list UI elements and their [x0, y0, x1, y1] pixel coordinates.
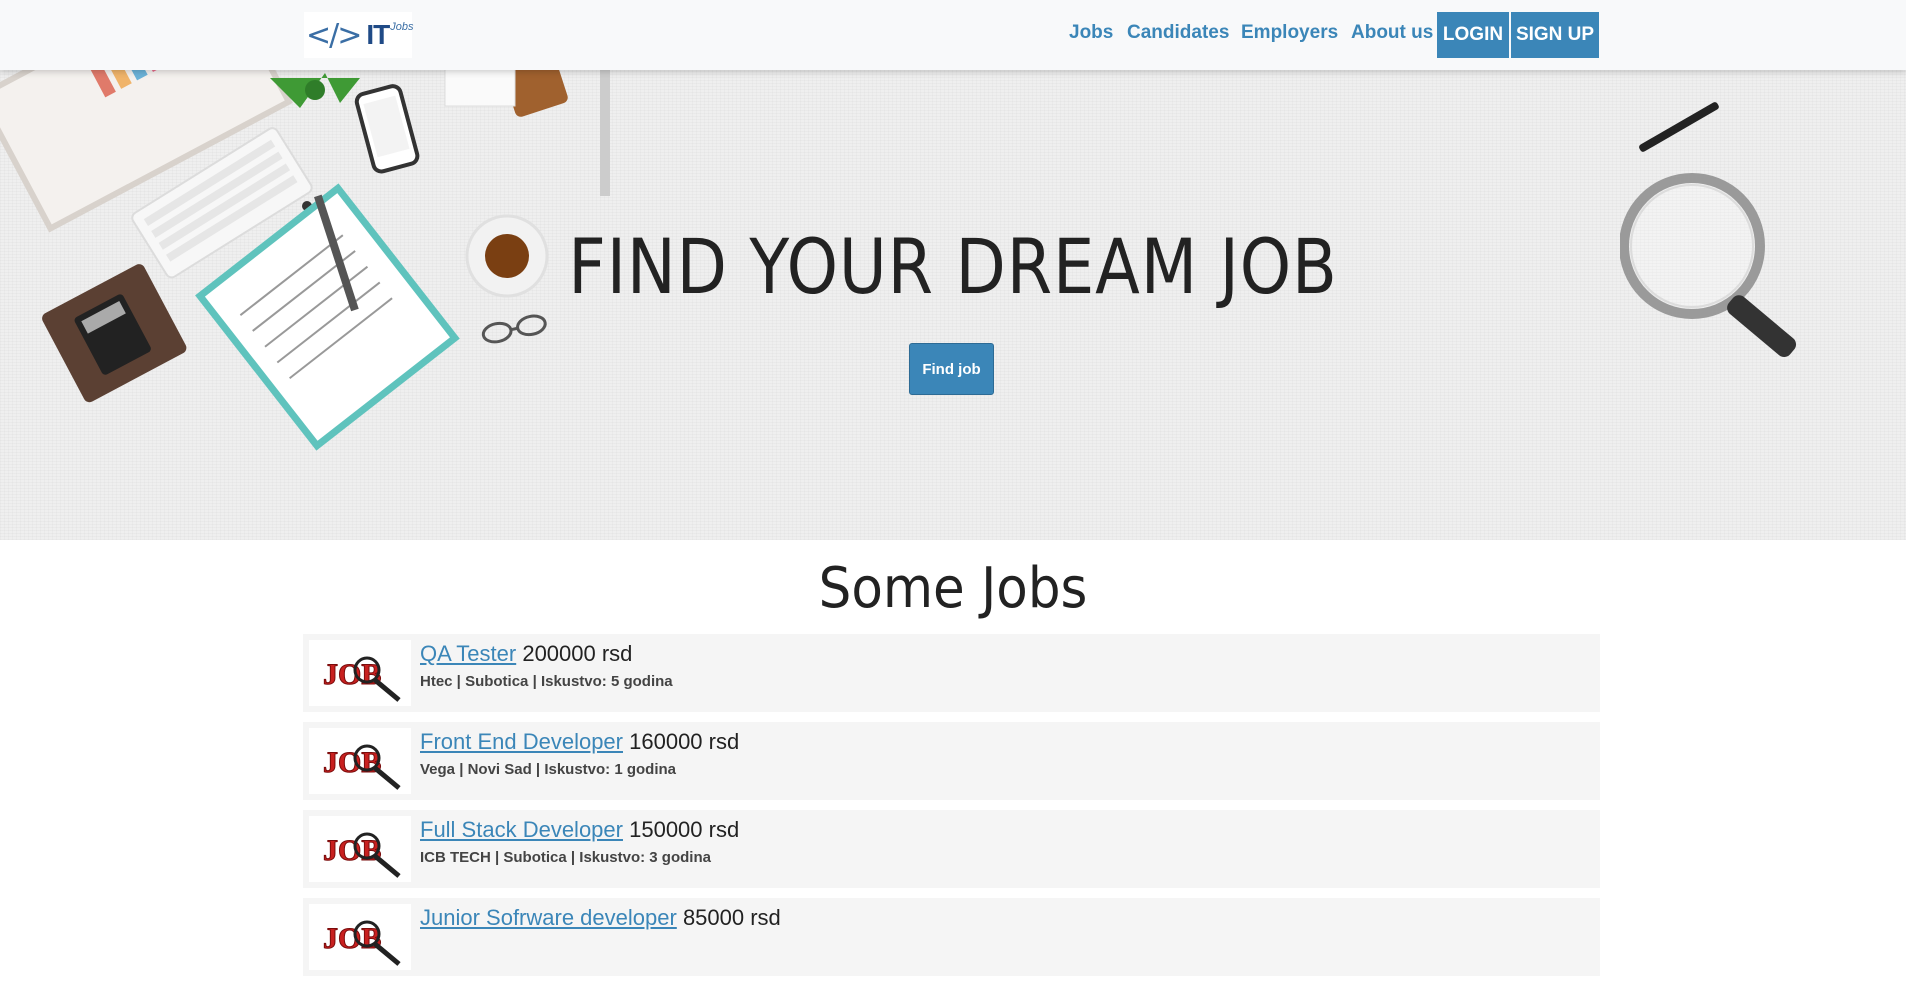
- job-city: Subotica: [503, 849, 567, 866]
- nav-link-candidates[interactable]: Candidates: [1127, 22, 1229, 44]
- job-heading: Full Stack Developer 150000 rsd: [420, 817, 739, 843]
- job-company: Htec: [420, 673, 453, 690]
- job-thumbnail: JOB: [309, 816, 411, 882]
- section-title: Some Jobs: [818, 556, 1088, 621]
- job-list: JOB QA Tester 200000 rsd Htec | Subotica…: [303, 634, 1600, 986]
- brand-logo[interactable]: </> IT Jobs: [304, 12, 414, 58]
- job-experience: Iskustvo: 1 godina: [544, 761, 677, 778]
- job-experience: Iskustvo: 3 godina: [579, 849, 711, 866]
- thumb-text: JOB: [323, 834, 381, 867]
- job-experience: Iskustvo: 5 godina: [540, 673, 673, 690]
- thumb-text: JOB: [323, 746, 381, 779]
- job-salary: 160000 rsd: [629, 729, 740, 754]
- job-city: Subotica: [465, 673, 529, 690]
- job-meta: ICB TECH | Subotica | Iskustvo: 3 godina: [420, 849, 711, 866]
- top-navbar: </> IT Jobs Jobs Candidates Employers Ab…: [0, 0, 1906, 70]
- thumb-text: JOB: [323, 922, 381, 955]
- job-thumbnail: JOB: [309, 904, 411, 970]
- find-job-button[interactable]: Find job: [909, 343, 994, 395]
- job-title-link[interactable]: Junior Sofrware developer: [420, 905, 677, 930]
- job-thumbnail: JOB: [309, 728, 411, 794]
- job-search-icon: JOB: [323, 656, 401, 702]
- job-list-item: JOB QA Tester 200000 rsd Htec | Subotica…: [303, 634, 1600, 712]
- job-heading: Front End Developer 160000 rsd: [420, 729, 739, 755]
- job-title-link[interactable]: QA Tester: [420, 641, 516, 666]
- job-salary: 200000 rsd: [522, 641, 633, 666]
- code-brackets-icon: </>: [306, 17, 362, 53]
- nav-link-about-us[interactable]: About us: [1351, 22, 1433, 44]
- signup-button[interactable]: SIGN UP: [1511, 12, 1599, 58]
- hero-title: FIND YOUR DREAM JOB: [568, 222, 1338, 311]
- job-meta: Htec | Subotica | Iskustvo: 5 godina: [420, 673, 673, 690]
- job-search-icon: JOB: [323, 832, 401, 878]
- nav-link-jobs[interactable]: Jobs: [1069, 22, 1113, 44]
- job-heading: Junior Sofrware developer 85000 rsd: [420, 905, 781, 931]
- brand-name: IT: [366, 19, 390, 50]
- job-company: Vega: [420, 761, 456, 778]
- job-company: ICB TECH: [420, 849, 491, 866]
- job-city: Novi Sad: [467, 761, 532, 778]
- job-thumbnail: JOB: [309, 640, 411, 706]
- job-list-item: JOB Junior Sofrware developer 85000 rsd: [303, 898, 1600, 976]
- job-title-link[interactable]: Full Stack Developer: [420, 817, 623, 842]
- job-meta: Vega | Novi Sad | Iskustvo: 1 godina: [420, 761, 677, 778]
- job-search-icon: JOB: [323, 744, 401, 790]
- job-list-item: JOB Front End Developer 160000 rsd Vega …: [303, 722, 1600, 800]
- job-salary: 85000 rsd: [682, 905, 781, 930]
- job-salary: 150000 rsd: [629, 817, 740, 842]
- job-list-item: JOB Full Stack Developer 150000 rsd ICB …: [303, 810, 1600, 888]
- job-title-link[interactable]: Front End Developer: [420, 729, 623, 754]
- nav-link-employers[interactable]: Employers: [1241, 22, 1338, 44]
- thumb-text: JOB: [323, 658, 381, 691]
- job-search-icon: JOB: [323, 920, 401, 966]
- hero-banner: FIND YOUR DREAM JOB Find job: [0, 70, 1906, 540]
- job-heading: QA Tester 200000 rsd: [420, 641, 632, 667]
- login-button[interactable]: LOGIN: [1437, 12, 1509, 58]
- brand-sub: Jobs: [390, 21, 414, 33]
